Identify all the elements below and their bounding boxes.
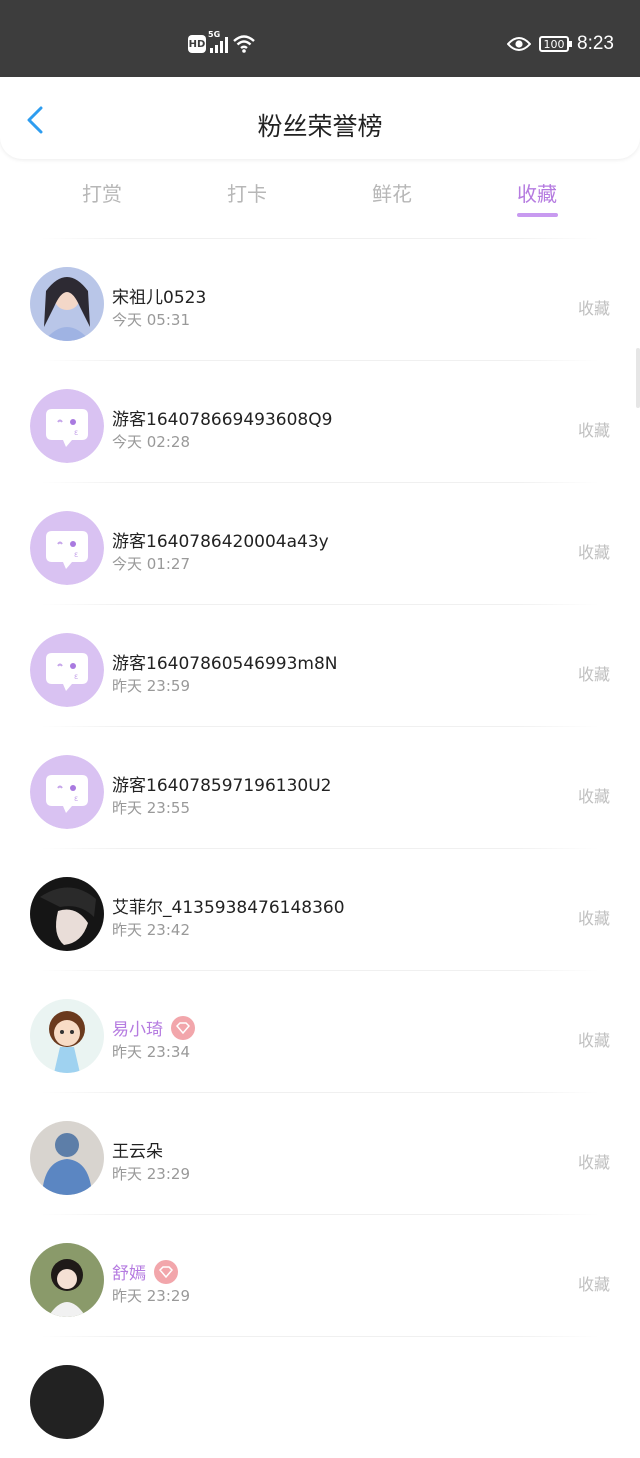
favorite-label: 收藏 [577, 665, 610, 684]
fan-name: 艾菲尔_4135938476148360 [112, 893, 345, 918]
favorite-label: 收藏 [577, 421, 610, 440]
fan-name-text: 艾菲尔_4135938476148360 [112, 898, 345, 918]
clock: 8:23 [577, 33, 614, 54]
fan-name: 游客164078597196130U2 [112, 771, 332, 796]
tab-flowers[interactable]: 鲜花 [352, 178, 432, 207]
fan-name: 游客164078669493608Q9 [112, 405, 332, 430]
favorite-label: 收藏 [577, 909, 610, 928]
fan-name-text: 游客1640786420004a43y [112, 532, 329, 552]
battery-icon: 100 [539, 36, 573, 52]
fan-name-text: 游客16407860546993m8N [112, 654, 338, 674]
guest-chat-avatar-icon[interactable]: ε [30, 755, 104, 829]
list-item[interactable]: ε 游客164078669493608Q9 今天 02:28 收藏 [0, 361, 640, 482]
fan-time: 今天 01:27 [112, 555, 190, 573]
list-item[interactable]: 王云朵 昨天 23:29 收藏 [0, 1093, 640, 1214]
fan-name: 游客16407860546993m8N [112, 649, 338, 674]
tab-favorites[interactable]: 收藏 [497, 178, 577, 207]
avatar[interactable] [30, 999, 104, 1073]
avatar[interactable] [30, 267, 104, 341]
list-item[interactable]: 舒嫣 昨天 23:29 收藏 [0, 1215, 640, 1336]
fan-name: 游客1640786420004a43y [112, 527, 329, 552]
favorite-label: 收藏 [577, 1031, 610, 1050]
avatar[interactable] [30, 1243, 104, 1317]
fan-time: 今天 05:31 [112, 311, 190, 329]
tab-checkin[interactable]: 打卡 [207, 178, 287, 207]
list-item[interactable]: 宋祖儿0523 今天 05:31 收藏 [0, 239, 640, 360]
list-item[interactable]: 易小琦 昨天 23:34 收藏 [0, 971, 640, 1092]
avatar[interactable] [30, 1365, 104, 1439]
fan-time: 昨天 23:42 [112, 921, 190, 939]
svg-text:ε: ε [74, 794, 78, 803]
fan-time: 昨天 23:59 [112, 677, 190, 695]
tab-bar: 打赏 打卡 鲜花 收藏 [0, 172, 640, 222]
eye-comfort-icon [507, 37, 532, 51]
favorite-label: 收藏 [577, 1153, 610, 1172]
guest-chat-avatar-icon[interactable]: ε [30, 389, 104, 463]
fan-time: 今天 02:28 [112, 433, 190, 451]
fan-time: 昨天 23:34 [112, 1043, 190, 1061]
favorite-label: 收藏 [577, 787, 610, 806]
diamond-vip-icon [171, 1015, 195, 1040]
favorite-label: 收藏 [577, 299, 610, 318]
list-item[interactable] [0, 1337, 640, 1458]
svg-text:ε: ε [74, 672, 78, 681]
status-left-group: HD 5G [188, 30, 256, 53]
avatar[interactable] [30, 877, 104, 951]
top-nav-bar: 粉丝荣誉榜 [0, 77, 640, 159]
fan-name: 王云朵 [112, 1137, 163, 1162]
diamond-vip-icon [154, 1259, 178, 1284]
svg-text:ε: ε [74, 550, 78, 559]
fan-time: 昨天 23:29 [112, 1287, 190, 1305]
list-item[interactable]: ε 游客1640786420004a43y 今天 01:27 收藏 [0, 483, 640, 604]
tab-reward[interactable]: 打赏 [62, 178, 142, 207]
guest-chat-avatar-icon[interactable]: ε [30, 511, 104, 585]
page-title: 粉丝荣誉榜 [257, 112, 383, 141]
status-bar: HD 5G 100 8:23 [0, 0, 640, 77]
fan-time: 昨天 23:29 [112, 1165, 190, 1183]
avatar[interactable] [30, 1121, 104, 1195]
status-right-group: 100 8:23 [507, 33, 614, 55]
list-item[interactable]: ε 游客16407860546993m8N 昨天 23:59 收藏 [0, 605, 640, 726]
signal-icon: 5G [208, 30, 228, 53]
wifi-icon [233, 35, 255, 53]
fan-name: 舒嫣 [112, 1259, 178, 1284]
favorite-label: 收藏 [577, 1275, 610, 1294]
list-item[interactable]: 艾菲尔_4135938476148360 昨天 23:42 收藏 [0, 849, 640, 970]
fan-name-text: 游客164078669493608Q9 [112, 410, 333, 430]
fan-list: 宋祖儿0523 今天 05:31 收藏 ε 游客164078669493608Q… [0, 238, 640, 1458]
hd-icon: HD [188, 35, 206, 53]
fan-time: 昨天 23:55 [112, 799, 190, 817]
fan-name: 宋祖儿0523 [112, 283, 206, 308]
network-type-label: 5G [208, 30, 221, 39]
list-item[interactable]: ε 游客164078597196130U2 昨天 23:55 收藏 [0, 727, 640, 848]
fan-name-text: 游客164078597196130U2 [112, 776, 332, 796]
fan-name-text: 王云朵 [112, 1142, 163, 1162]
svg-text:ε: ε [74, 428, 78, 437]
fan-name: 易小琦 [112, 1015, 195, 1040]
fan-name-text: 舒嫣 [112, 1264, 146, 1284]
fan-name-text: 易小琦 [112, 1020, 163, 1040]
guest-chat-avatar-icon[interactable]: ε [30, 633, 104, 707]
active-tab-indicator [517, 213, 558, 217]
fan-name-text: 宋祖儿0523 [112, 288, 207, 308]
favorite-label: 收藏 [577, 543, 610, 562]
